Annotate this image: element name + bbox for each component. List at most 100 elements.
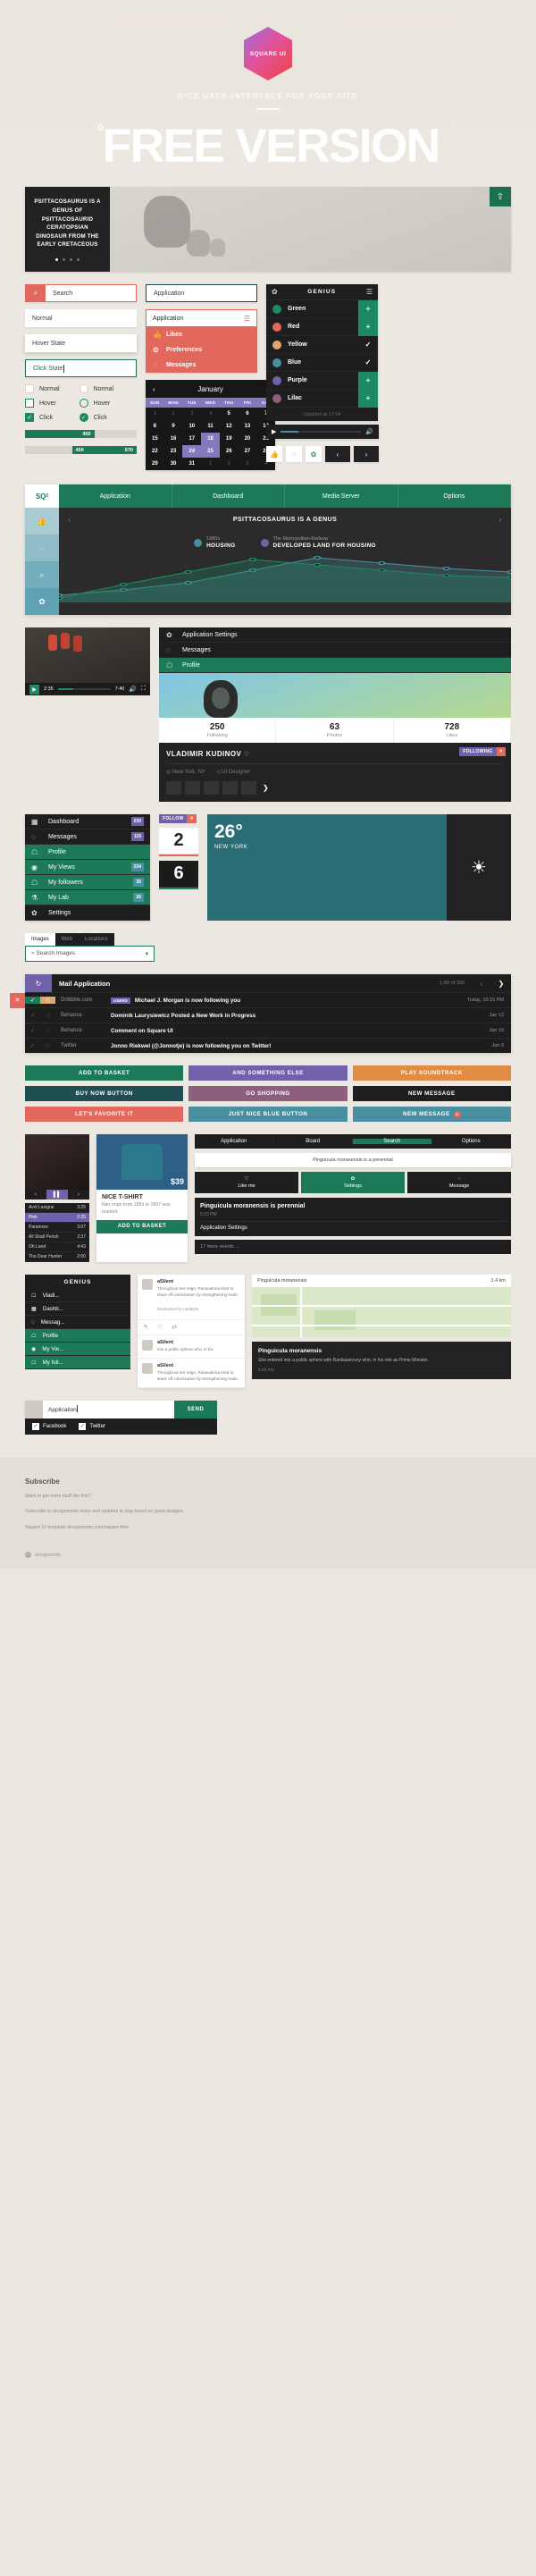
checkbox-click[interactable]: ✓ Click xyxy=(25,413,60,423)
prev-button[interactable]: ‹ xyxy=(325,446,350,463)
chevron-right-icon[interactable]: ❯ xyxy=(263,784,269,792)
nav-item-media-server[interactable]: Media Server xyxy=(285,484,398,509)
button-go-shopping[interactable]: GO SHOPPING xyxy=(188,1086,348,1102)
calendar-day[interactable]: 11 xyxy=(201,420,220,433)
close-icon[interactable]: ✕ xyxy=(496,747,506,757)
video-controls[interactable]: ▶ 2:35 7:40 🔊 ⛶ xyxy=(25,683,150,696)
profile-menu-item-settings[interactable]: ✿ Application Settings xyxy=(159,627,511,644)
search-icon[interactable]: ⌕ xyxy=(25,561,59,589)
table-row[interactable]: ✕ ✓ ☆ Dribbble.com USERS Michael J. Morgan is… xyxy=(10,992,511,1008)
fullscreen-icon[interactable]: ⛶ xyxy=(141,686,146,693)
calendar-day[interactable]: 23 xyxy=(164,445,183,458)
button-new-message[interactable]: NEW MESSAGE 2 xyxy=(352,1107,511,1123)
slider-dot[interactable] xyxy=(70,258,72,262)
calendar-day[interactable]: 6 xyxy=(239,408,257,420)
nav-item-options[interactable]: Options xyxy=(398,484,511,509)
feed-item-profile[interactable]: ☖ Profile xyxy=(25,1329,130,1343)
sidebar-item-my-views[interactable]: ◉ My Views 234 xyxy=(25,860,150,876)
calendar-day[interactable]: 2 xyxy=(164,408,183,420)
tab-locations[interactable]: Locations xyxy=(78,933,114,947)
player-progress-bar[interactable] xyxy=(281,431,362,434)
next-button[interactable]: › xyxy=(354,446,379,463)
status-badge[interactable]: FOLLOWING xyxy=(459,747,497,757)
calendar-day[interactable]: 9 xyxy=(164,420,183,433)
genius-row[interactable]: Purple + xyxy=(266,371,378,391)
genius-row[interactable]: Blue ✓ xyxy=(266,354,378,373)
play-icon[interactable]: ▌▌ xyxy=(46,1190,68,1200)
tab-web[interactable]: Web xyxy=(54,933,79,947)
button-just-nice-blue-button[interactable]: JUST NICE BLUE BUTTON xyxy=(188,1107,348,1123)
dashboard-logo[interactable]: SQ 2 xyxy=(25,484,59,509)
calendar-day[interactable]: 25 xyxy=(201,445,220,459)
thumb[interactable] xyxy=(166,781,181,796)
list-item[interactable]: Oh Land 4:43 xyxy=(25,1242,89,1253)
sidebar-item-messages[interactable]: ◌ Messages 115 xyxy=(25,829,150,846)
check-icon[interactable]: ✓ xyxy=(25,1042,40,1049)
table-row[interactable]: ✓ ☆ Behance Comment on Square UI Jan 10 xyxy=(25,1023,511,1038)
map-view[interactable] xyxy=(252,1287,511,1338)
rnav-application[interactable]: Application xyxy=(195,1139,274,1145)
hero-slider[interactable]: PSITTACOSAURUS IS A GENUS OF PSITTACOSAU… xyxy=(25,187,511,273)
slider-range[interactable]: 450 670 xyxy=(25,446,137,455)
heart-icon[interactable]: ♡ xyxy=(157,1324,163,1331)
profile-menu-item-profile[interactable]: ☖ Profile xyxy=(159,658,511,674)
checkbox-normal[interactable]: Normal xyxy=(25,384,60,394)
thumb[interactable] xyxy=(204,781,219,796)
input-hover[interactable]: Hover State xyxy=(25,334,137,353)
search-images-input[interactable]: ⌕ Search Images ▾ xyxy=(25,946,155,963)
retweet-icon[interactable]: ⇄ xyxy=(172,1324,177,1331)
like-me-button[interactable]: ♡ Like me xyxy=(195,1172,298,1194)
calendar-day[interactable]: 17 xyxy=(182,433,201,445)
calendar-day[interactable]: 27 xyxy=(239,445,257,458)
input-click[interactable]: Click State xyxy=(25,359,137,378)
calendar-day[interactable]: 2 xyxy=(220,458,239,470)
slider-dot[interactable] xyxy=(63,258,65,262)
genius-row-action[interactable]: + xyxy=(358,371,378,390)
slider-dots[interactable] xyxy=(32,258,103,262)
calendar-day[interactable]: 4 xyxy=(201,408,220,420)
star-icon[interactable]: ☆ xyxy=(40,1042,55,1049)
chevron-right-icon[interactable]: › xyxy=(499,515,502,524)
input-application-outline[interactable]: Application xyxy=(146,284,257,303)
input-normal[interactable]: Normal xyxy=(25,309,137,328)
search-input[interactable]: ⌕ Search xyxy=(25,284,137,303)
calendar-day[interactable]: 12 xyxy=(220,420,239,433)
calendar-day-grid[interactable]: 1234567891011121314151617181920212223242… xyxy=(146,408,275,470)
check-icon[interactable]: ✓ xyxy=(25,1027,40,1034)
rnav-options[interactable]: Options xyxy=(432,1139,511,1145)
dropdown-application[interactable]: Application ☰ 👍 Likes ✿ Preferences ◌ Messa… xyxy=(146,309,257,374)
slider-dot[interactable] xyxy=(77,258,80,262)
button-new-message[interactable]: NEW MESSAGE xyxy=(352,1086,511,1102)
slider-dot[interactable] xyxy=(55,258,58,262)
thumb[interactable] xyxy=(185,781,200,796)
dropdown-header[interactable]: Application ☰ xyxy=(146,309,257,328)
calendar-day[interactable]: 3 xyxy=(239,458,257,470)
add-to-basket-button[interactable]: ADD TO BASKET xyxy=(96,1219,188,1233)
calendar-day[interactable]: 26 xyxy=(220,445,239,458)
genius-row[interactable]: Red + xyxy=(266,317,378,337)
thumbs-up-icon[interactable]: 👍 xyxy=(25,508,59,535)
chevron-right-icon[interactable]: ❯ xyxy=(491,980,511,988)
gear-icon[interactable]: ✿ xyxy=(272,288,278,296)
feed-item-dashboard[interactable]: ▦ Dashb... xyxy=(25,1302,130,1317)
calendar-widget[interactable]: ‹ January › SUN MON TUE WED THU FRI SAT … xyxy=(146,380,275,471)
list-item[interactable]: Avril Lavigne 3:25 xyxy=(25,1203,89,1214)
table-row[interactable]: ✓ ☆ Behance Dominik Laurysiewicz Posted a N… xyxy=(25,1007,511,1023)
close-icon[interactable]: ✕ xyxy=(187,814,197,824)
list-item[interactable]: All Shall Perish 2:37 xyxy=(25,1233,89,1243)
thumbs-up-icon[interactable]: 👍 xyxy=(266,446,282,463)
button-add-to-basket[interactable]: ADD TO BASKET xyxy=(25,1065,184,1082)
follow-badge[interactable]: FOLLOW xyxy=(159,814,188,824)
thumb[interactable] xyxy=(222,781,238,796)
chevron-left-icon[interactable]: ‹ xyxy=(472,980,491,988)
calendar-day[interactable]: 1 xyxy=(201,458,220,470)
radio-circle[interactable] xyxy=(79,384,88,394)
calendar-day[interactable]: 19 xyxy=(220,433,239,445)
calendar-day[interactable]: 5 xyxy=(220,408,239,420)
volume-icon[interactable]: 🔊 xyxy=(129,686,137,693)
gear-icon[interactable]: ✿ xyxy=(25,588,59,616)
sidebar-item-settings[interactable]: ✿ Settings xyxy=(25,905,150,922)
dropdown-item-messages[interactable]: ◌ Messages xyxy=(146,358,257,373)
star-icon[interactable]: ☆ xyxy=(40,997,55,1005)
calendar-day[interactable]: 10 xyxy=(182,420,201,433)
